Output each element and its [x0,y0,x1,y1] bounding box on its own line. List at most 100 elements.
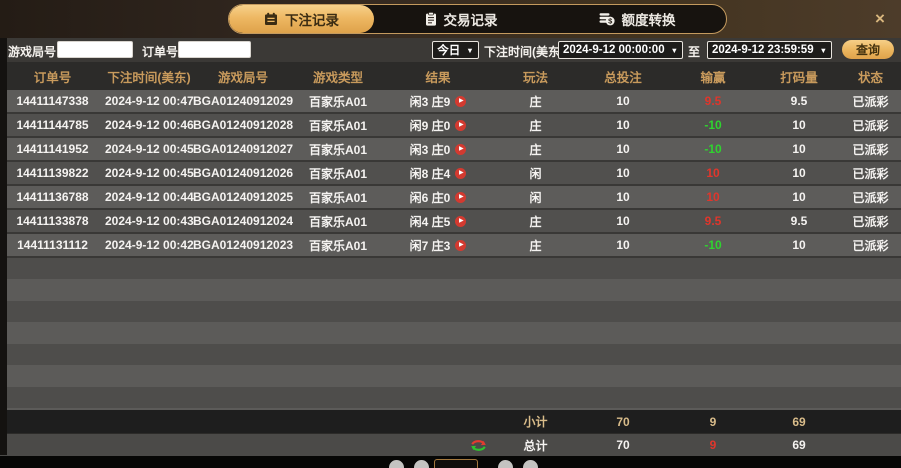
pagination-page-input[interactable] [434,459,478,468]
start-time-select[interactable]: 2024-9-12 00:00:00 ▼ [558,41,683,59]
cell-result: 闲3 庄0 ▶ [383,141,493,158]
cell-status: 已派彩 [852,190,889,205]
total-row: 总计 70 9 69 [0,433,901,456]
betting-records-window: 下注记录 交易记录 $ 额度转换 × 游戏局号 订单号 今日 ▼ 下注时间(美东… [0,0,901,468]
cell-total-bet: 10 [616,238,630,252]
cell-win-loss: -10 [704,118,722,132]
cell-round: BGA01240912023 [193,238,294,252]
pagination-next-button[interactable] [498,460,513,468]
table-row[interactable]: 14411144785 2024-9-12 00:46 BGA012409120… [0,114,901,138]
play-icon[interactable]: ▶ [455,215,467,227]
chevron-down-icon: ▼ [466,45,474,55]
cell-status: 已派彩 [852,214,889,229]
period-select[interactable]: 今日 ▼ [432,41,479,59]
chevron-down-icon: ▼ [819,45,828,55]
cell-order-no: 14411131112 [17,238,88,252]
end-time-select[interactable]: 2024-9-12 23:59:59 ▼ [707,41,832,59]
play-icon[interactable]: ▶ [455,95,467,107]
cell-order-no: 14411147338 [16,94,89,108]
tab-bet-records[interactable]: 下注记录 [229,5,374,33]
cell-bet-time: 2024-9-12 00:43 [105,214,194,228]
filter-bar: 游戏局号 订单号 今日 ▼ 下注时间(美东) 2024-9-12 00:00:0… [0,38,901,62]
subtotal-turnover: 69 [792,414,806,429]
total-turnover: 69 [792,438,806,452]
cell-game-type: 百家乐A01 [308,118,367,133]
cell-play: 闲 [529,166,542,181]
cell-turnover: 10 [792,118,806,132]
table-row[interactable]: 14411147338 2024-9-12 00:47 BGA012409120… [0,90,901,114]
cell-play: 庄 [529,238,542,253]
cell-total-bet: 10 [616,118,630,132]
subtotal-row: 小计 70 9 69 [0,410,901,433]
cell-order-no: 14411139822 [16,166,89,180]
total-total-bet: 70 [616,438,630,452]
cell-result: 闲8 庄4 ▶ [383,165,493,182]
cell-order-no: 14411144785 [16,118,89,132]
cell-order-no: 14411141952 [16,142,89,156]
pagination-first-button[interactable] [389,460,404,468]
cell-round: BGA01240912026 [193,166,294,180]
cell-round: BGA01240912024 [193,214,294,228]
cell-total-bet: 10 [616,142,630,156]
tab-label: 下注记录 [285,13,339,28]
order-no-input[interactable] [178,41,251,58]
calendar-icon [264,12,278,26]
play-icon[interactable]: ▶ [455,167,467,179]
game-round-input[interactable] [57,41,133,58]
cell-round: BGA01240912025 [193,190,294,204]
subtotal-win-loss: 9 [709,414,717,429]
cell-bet-time: 2024-9-12 00:46 [105,118,194,132]
cell-result: 闲4 庄5 ▶ [383,213,493,230]
cell-status: 已派彩 [852,166,889,181]
cell-play: 庄 [529,214,542,229]
table-body: 14411147338 2024-9-12 00:47 BGA012409120… [0,90,901,258]
tab-group: 下注记录 交易记录 $ 额度转换 [228,4,727,34]
cell-status: 已派彩 [852,142,889,157]
cell-result: 闲9 庄0 ▶ [383,117,493,134]
cell-turnover: 9.5 [790,94,808,108]
play-icon[interactable]: ▶ [455,239,467,251]
cell-result: 闲3 庄9 ▶ [383,93,493,110]
cell-total-bet: 10 [616,166,630,180]
header-round: 游戏局号 [217,70,268,85]
order-no-label: 订单号 [142,45,179,59]
cell-turnover: 10 [792,142,806,156]
cell-bet-time: 2024-9-12 00:45 [105,142,194,156]
play-icon[interactable]: ▶ [455,191,467,203]
cell-win-loss: 9.5 [704,94,722,108]
cell-status: 已派彩 [852,118,889,133]
total-win-loss: 9 [709,438,717,452]
cell-bet-time: 2024-9-12 00:45 [105,166,194,180]
pagination-last-button[interactable] [523,460,538,468]
play-icon[interactable]: ▶ [455,119,467,131]
table-row[interactable]: 14411141952 2024-9-12 00:45 BGA012409120… [0,138,901,162]
table-row[interactable]: 14411133878 2024-9-12 00:43 BGA012409120… [0,210,901,234]
header-turnover: 打码量 [780,70,818,85]
tab-credit-transfer[interactable]: $ 额度转换 [548,5,726,33]
cell-status: 已派彩 [852,238,889,253]
table-row[interactable]: 14411131112 2024-9-12 00:42 BGA012409120… [0,234,901,258]
cell-game-type: 百家乐A01 [308,94,367,109]
header-order-no: 订单号 [33,70,72,85]
cell-turnover: 10 [792,238,806,252]
cell-play: 闲 [529,190,542,205]
game-round-label: 游戏局号 [8,45,57,59]
pagination-prev-button[interactable] [414,460,429,468]
swap-exchange-icon[interactable] [383,439,493,452]
header-win-loss: 输赢 [700,70,726,85]
play-icon[interactable]: ▶ [455,143,467,155]
cell-order-no: 14411133878 [16,214,89,228]
tab-transaction-records[interactable]: 交易记录 [374,5,548,33]
close-icon[interactable]: × [870,9,890,29]
table-row[interactable]: 14411139822 2024-9-12 00:45 BGA012409120… [0,162,901,186]
cell-game-type: 百家乐A01 [308,214,367,229]
cell-turnover: 10 [792,166,806,180]
query-button[interactable]: 查询 [842,40,895,59]
cell-game-type: 百家乐A01 [308,142,367,157]
cell-win-loss: 10 [706,190,720,204]
cell-bet-time: 2024-9-12 00:44 [105,190,194,204]
table-row[interactable]: 14411136788 2024-9-12 00:44 BGA012409120… [0,186,901,210]
cell-bet-time: 2024-9-12 00:42 [105,238,194,252]
top-tab-bar: 下注记录 交易记录 $ 额度转换 × [0,0,901,38]
header-result: 结果 [425,70,451,85]
